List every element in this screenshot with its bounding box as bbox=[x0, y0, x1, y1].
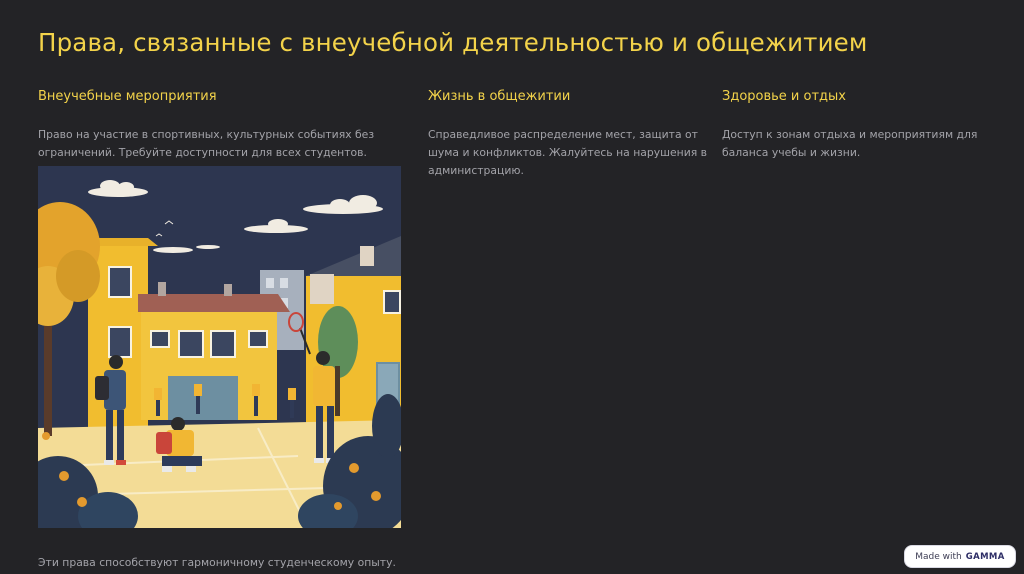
campus-illustration bbox=[38, 166, 401, 528]
made-with-gamma-badge[interactable]: Made with GAMMA bbox=[904, 545, 1016, 568]
slide-title: Права, связанные с внеучебной деятельнос… bbox=[38, 28, 868, 57]
column-extracurricular: Внеучебные мероприятия Право на участие … bbox=[38, 88, 388, 162]
column-health: Здоровье и отдых Доступ к зонам отдыха и… bbox=[722, 88, 992, 162]
column-dormitory: Жизнь в общежитии Справедливое распредел… bbox=[428, 88, 708, 180]
column-heading: Жизнь в общежитии bbox=[428, 89, 571, 104]
column-text: Право на участие в спортивных, культурны… bbox=[38, 128, 375, 159]
column-text: Справедливое распределение мест, защита … bbox=[428, 128, 708, 177]
badge-prefix: Made with bbox=[915, 551, 962, 562]
gamma-logo: GAMMA bbox=[965, 551, 1005, 562]
column-heading: Внеучебные мероприятия bbox=[38, 89, 217, 104]
footer-text: Эти права способствуют гармоничному студ… bbox=[38, 556, 396, 569]
slide: Права, связанные с внеучебной деятельнос… bbox=[0, 0, 1024, 574]
column-heading: Здоровье и отдых bbox=[722, 89, 846, 104]
column-text: Доступ к зонам отдыха и мероприятиям для… bbox=[722, 128, 978, 159]
